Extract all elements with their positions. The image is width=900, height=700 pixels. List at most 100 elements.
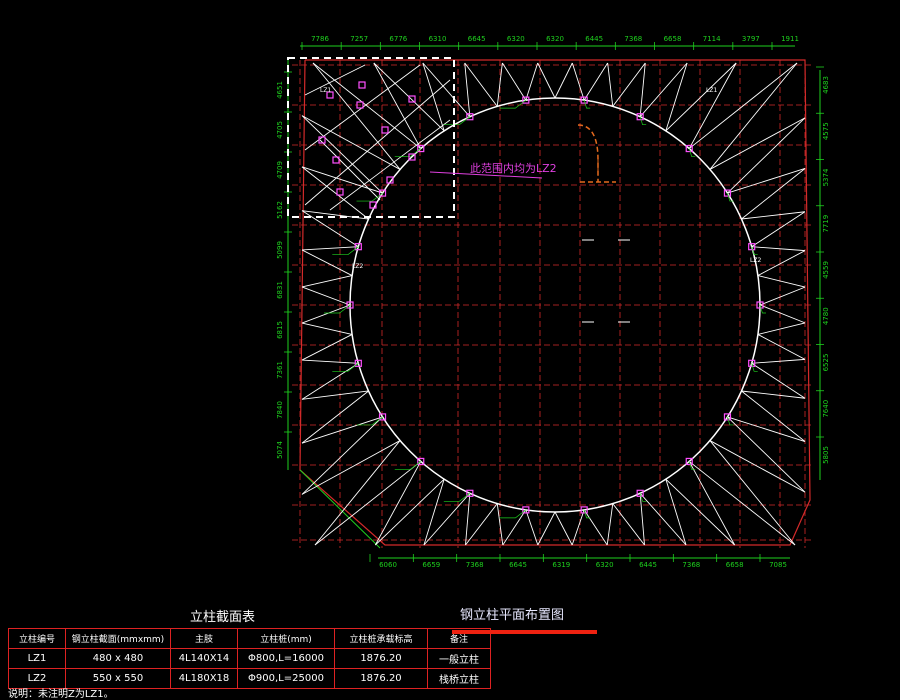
dim-text-right: 4780 bbox=[822, 307, 830, 325]
table-header-cell: 主肢 bbox=[170, 628, 238, 649]
truss-diagonal bbox=[757, 275, 806, 288]
dim-text-bottom: 6320 bbox=[596, 561, 614, 569]
dim-text-left: 5074 bbox=[276, 441, 284, 459]
boundary-outline bbox=[299, 59, 811, 546]
truss-diagonal bbox=[757, 322, 806, 335]
truss-diagonal bbox=[741, 390, 806, 442]
dim-text-bottom: 7368 bbox=[682, 561, 700, 569]
truss-diagonal bbox=[301, 304, 351, 324]
column-node-marker bbox=[381, 126, 389, 134]
dim-text-bottom: 6060 bbox=[379, 561, 397, 569]
dim-text-top: 6658 bbox=[664, 35, 682, 43]
dim-text-bottom: 6658 bbox=[726, 561, 744, 569]
truss-diagonal bbox=[301, 115, 401, 170]
column-node-marker bbox=[358, 81, 366, 89]
table-header-cell: 立柱编号 bbox=[8, 628, 66, 649]
table-note: 说明：未注明Z为LZ1。 bbox=[8, 689, 114, 700]
truss-diagonal bbox=[465, 493, 471, 546]
dim-text-top: 6776 bbox=[389, 35, 407, 43]
table-cell: 一般立柱 bbox=[427, 648, 491, 669]
node-leader bbox=[499, 509, 527, 519]
table-header-row: 立柱编号 钢立柱截面(mmxmm) 主肢 立柱桩(mm) 立柱桩承载标高 备注 bbox=[8, 628, 491, 649]
plan-title: 钢立柱平面布置图 bbox=[460, 608, 565, 623]
table-row: LZ1 480 x 480 4L140X14 Φ800,L=16000 1876… bbox=[8, 648, 491, 669]
dim-text-left: 6831 bbox=[276, 281, 284, 299]
truss-diagonal bbox=[301, 249, 353, 276]
truss-diagonal bbox=[525, 62, 539, 101]
table-header-cell: 立柱桩承载标高 bbox=[334, 628, 428, 649]
truss-diagonal bbox=[727, 168, 806, 194]
node-label: LZ1 bbox=[320, 87, 331, 94]
truss-diagonal bbox=[314, 440, 401, 546]
truss-diagonal bbox=[583, 509, 608, 546]
dim-text-right: 4683 bbox=[822, 76, 830, 94]
dim-text-top: 7257 bbox=[350, 35, 368, 43]
dim-text-right: 6525 bbox=[822, 354, 830, 372]
dim-text-bottom: 6319 bbox=[552, 561, 570, 569]
table-cell: 1876.20 bbox=[334, 648, 428, 669]
truss-diagonal bbox=[301, 416, 383, 444]
truss-diagonal bbox=[709, 62, 798, 170]
table-cell: Φ800,L=16000 bbox=[237, 648, 335, 669]
truss-diagonal bbox=[583, 62, 609, 101]
dim-text-right: 4575 bbox=[822, 122, 830, 140]
dim-text-bottom: 7085 bbox=[769, 561, 787, 569]
dim-text-top: 6320 bbox=[546, 35, 564, 43]
dim-text-bottom: 7368 bbox=[466, 561, 484, 569]
truss-diagonal bbox=[727, 416, 806, 442]
truss-diagonal bbox=[464, 62, 498, 107]
truss-diagonal bbox=[501, 62, 527, 101]
truss-diagonal bbox=[741, 168, 806, 220]
truss-diagonal bbox=[301, 390, 369, 400]
table-cell: Φ900,L=25000 bbox=[237, 668, 335, 689]
truss-diagonal bbox=[709, 117, 806, 170]
truss-diagonal bbox=[639, 62, 646, 117]
truss-diagonal bbox=[709, 440, 806, 493]
dim-text-top: 6645 bbox=[468, 35, 486, 43]
truss-diagonal bbox=[301, 246, 359, 251]
truss-diagonal bbox=[751, 358, 806, 364]
dim-text-top: 7114 bbox=[703, 35, 721, 43]
truss-diagonal bbox=[464, 62, 471, 117]
truss-diagonal bbox=[607, 62, 614, 107]
truss-diagonal bbox=[329, 119, 451, 211]
node-leader bbox=[332, 363, 359, 372]
truss-diagonal bbox=[612, 503, 645, 546]
dim-text-left: 4651 bbox=[276, 81, 284, 99]
truss-diagonal bbox=[639, 62, 688, 118]
truss-diagonal bbox=[301, 286, 351, 306]
table-cell: 480 x 480 bbox=[65, 648, 171, 669]
truss-diagonal bbox=[759, 304, 806, 324]
node-label: LZ2 bbox=[352, 263, 363, 270]
dim-text-left: 5162 bbox=[276, 201, 284, 219]
node-label: LZ2 bbox=[750, 257, 761, 264]
node-label: LZ1 bbox=[706, 87, 717, 94]
table-cell: 4L180X18 bbox=[170, 668, 238, 689]
dim-text-left: 4709 bbox=[276, 161, 284, 179]
dim-text-top: 3797 bbox=[742, 35, 760, 43]
truss-diagonal bbox=[373, 62, 422, 149]
truss-diagonal bbox=[301, 322, 353, 335]
table-cell: 4L140X14 bbox=[170, 648, 238, 669]
dim-text-left: 7840 bbox=[276, 401, 284, 419]
truss-diagonal bbox=[688, 461, 736, 546]
node-labels: LZ1 LZ1 LZ2 LZ2 bbox=[320, 87, 761, 270]
dim-text-right: 4559 bbox=[822, 261, 830, 279]
site-boundary bbox=[299, 59, 811, 549]
boundary-chamfer bbox=[299, 469, 381, 549]
dim-text-left: 5099 bbox=[276, 241, 284, 259]
column-section-table: 立柱编号 钢立柱截面(mmxmm) 主肢 立柱桩(mm) 立柱桩承载标高 备注 … bbox=[8, 628, 491, 689]
dim-text-left: 4705 bbox=[276, 121, 284, 139]
dim-text-top: 1911 bbox=[781, 35, 799, 43]
dim-text-right: 5805 bbox=[822, 446, 830, 464]
table-header-cell: 钢立柱截面(mmxmm) bbox=[65, 628, 171, 649]
dimension-lines: 7786 7257 6776 6310 6645 6320 6320 6445 7368 6658… bbox=[276, 35, 830, 569]
truss-diagonal bbox=[688, 62, 737, 149]
truss-diagonal bbox=[612, 62, 646, 107]
truss-diagonal bbox=[606, 503, 614, 546]
truss-diagonal bbox=[314, 461, 422, 546]
truss-diagonal bbox=[301, 416, 383, 495]
table-cell: 1876.20 bbox=[334, 668, 428, 689]
truss-diagonal bbox=[319, 139, 381, 201]
truss-diagonal bbox=[465, 503, 498, 546]
